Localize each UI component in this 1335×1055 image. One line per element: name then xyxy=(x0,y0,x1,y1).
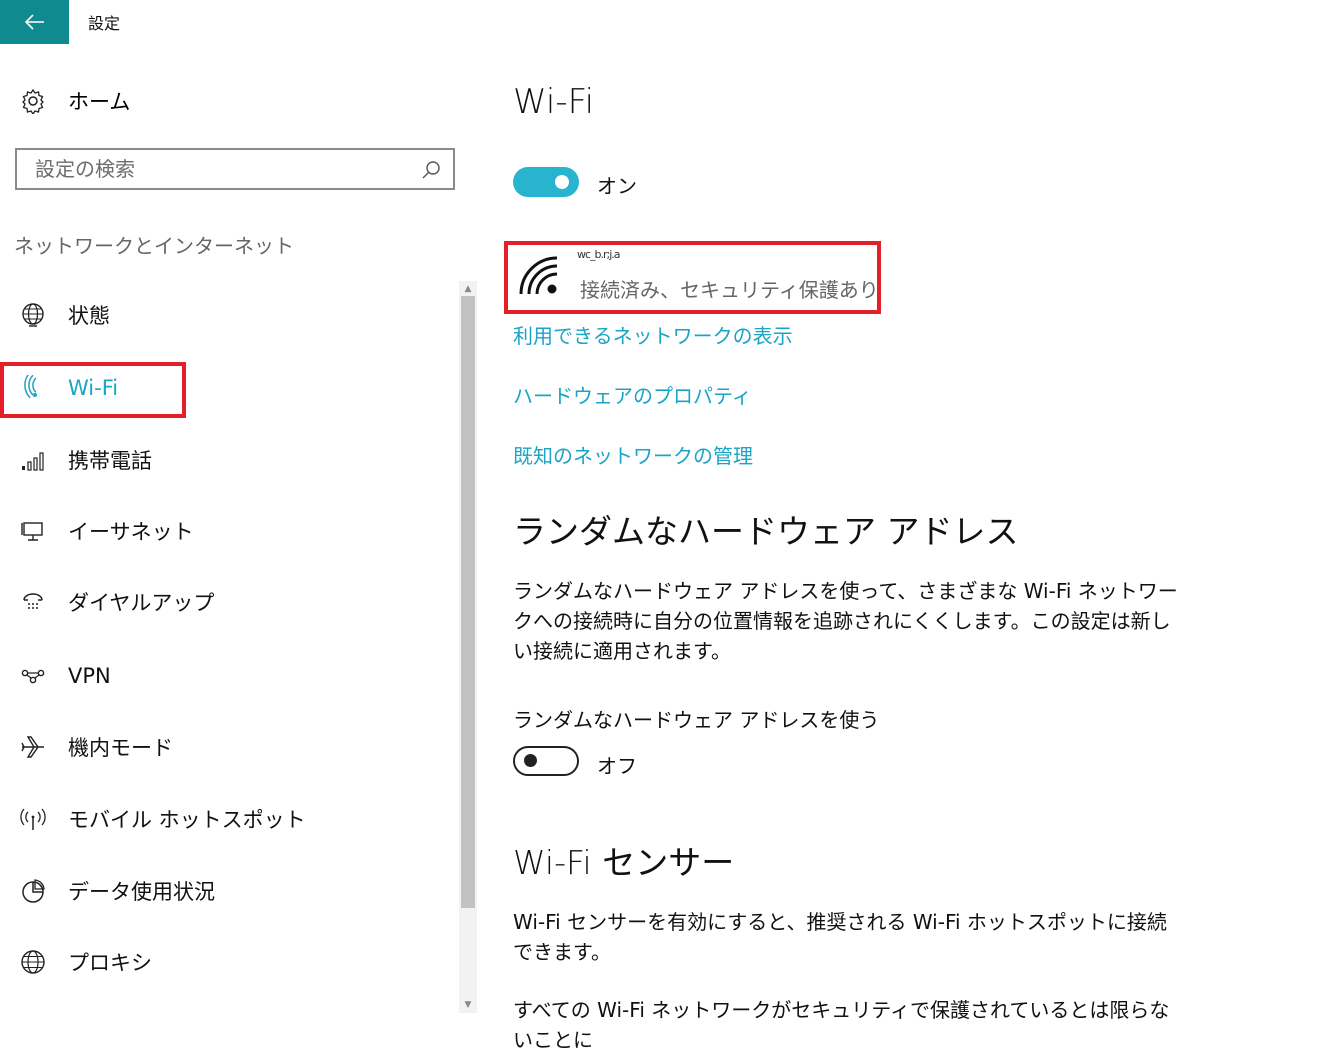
window-title: 設定 xyxy=(88,14,121,33)
nav-scrollbar-thumb[interactable] xyxy=(461,296,475,908)
random-mac-toggle-state: オフ xyxy=(597,754,637,778)
globe-icon xyxy=(22,303,44,327)
page-title: Wi-Fi xyxy=(513,82,595,122)
search-icon[interactable] xyxy=(421,160,441,180)
wifi-toggle-state: オン xyxy=(597,174,637,198)
nav-item-label: モバイル ホットスポット xyxy=(68,808,306,832)
nav-item-wifi[interactable]: Wi-Fi xyxy=(20,368,460,408)
nav-item-data-usage[interactable]: データ使用状況 xyxy=(20,871,460,911)
dialup-icon xyxy=(23,593,43,609)
globe-icon xyxy=(21,950,45,974)
nav-item-vpn[interactable]: VPN xyxy=(20,656,460,696)
random-mac-toggle-label: ランダムなハードウェア アドレスを使う xyxy=(513,708,880,732)
show-available-networks-link[interactable]: 利用できるネットワークの表示 xyxy=(513,320,793,349)
wifi-icon xyxy=(24,375,37,399)
nav-item-mobile-hotspot[interactable]: モバイル ホットスポット xyxy=(20,799,460,839)
nav-item-ethernet[interactable]: イーサネット xyxy=(20,511,460,551)
nav-item-label: ダイヤルアップ xyxy=(68,591,215,615)
airplane-icon xyxy=(21,736,44,758)
hardware-properties-link[interactable]: ハードウェアのプロパティ xyxy=(513,380,752,409)
nav-group-title: ネットワークとインターネット xyxy=(14,234,294,258)
nav-item-label: データ使用状況 xyxy=(68,880,215,904)
nav-item-label: イーサネット xyxy=(68,520,194,544)
nav-item-label: VPN xyxy=(68,664,111,688)
manage-known-networks-link[interactable]: 既知のネットワークの管理 xyxy=(513,440,753,469)
nav-home[interactable]: ホーム xyxy=(20,86,130,116)
random-mac-description: ランダムなハードウェア アドレスを使って、さまざまな Wi-Fi ネットワークへ… xyxy=(513,579,1178,663)
wifi-signal-icon xyxy=(519,256,558,295)
wifi-toggle[interactable] xyxy=(513,167,579,197)
nav-item-status[interactable]: 状態 xyxy=(20,295,460,335)
random-mac-toggle[interactable] xyxy=(513,746,579,776)
nav-item-label: 携帯電話 xyxy=(68,449,152,473)
settings-search[interactable] xyxy=(15,148,455,190)
nav-item-proxy[interactable]: プロキシ xyxy=(20,942,460,982)
nav-item-cellular[interactable]: 携帯電話 xyxy=(20,440,460,480)
nav-item-airplane-mode[interactable]: 機内モード xyxy=(20,727,460,767)
random-mac-heading: ランダムなハードウェア アドレス xyxy=(513,512,1019,551)
nav-item-dialup[interactable]: ダイヤルアップ xyxy=(20,582,460,622)
network-status: 接続済み、セキュリティ保護あり xyxy=(580,278,879,302)
nav-item-label: プロキシ xyxy=(68,951,152,975)
gear-icon xyxy=(22,88,44,114)
vpn-icon xyxy=(21,669,45,684)
signal-bars-icon xyxy=(22,452,44,471)
wifi-sense-heading: Wi-Fi センサー xyxy=(513,843,735,882)
nav-item-label: 状態 xyxy=(68,304,110,328)
pie-chart-icon xyxy=(22,879,45,903)
toggle-knob xyxy=(524,754,537,767)
nav-item-label: 機内モード xyxy=(68,736,173,760)
back-arrow-icon xyxy=(24,14,44,30)
wifi-sense-description-2: すべての Wi-Fi ネットワークがセキュリティで保護されているとは限らないこと… xyxy=(513,998,1170,1052)
nav-home-label: ホーム xyxy=(68,90,131,114)
network-name: wc_b.r;j.a xyxy=(577,248,621,261)
toggle-knob xyxy=(555,175,569,189)
back-button[interactable] xyxy=(0,0,69,44)
nav-item-label: Wi-Fi xyxy=(68,376,119,400)
search-input[interactable] xyxy=(33,156,417,182)
ethernet-icon xyxy=(21,522,43,541)
hotspot-icon xyxy=(20,808,46,830)
connected-network[interactable] xyxy=(515,252,563,302)
wifi-sense-description: Wi-Fi センサーを有効にすると、推奨される Wi-Fi ホットスポットに接続… xyxy=(513,910,1167,964)
scroll-up-arrow-icon[interactable]: ▲ xyxy=(459,282,477,296)
scroll-down-arrow-icon[interactable]: ▼ xyxy=(459,998,477,1012)
